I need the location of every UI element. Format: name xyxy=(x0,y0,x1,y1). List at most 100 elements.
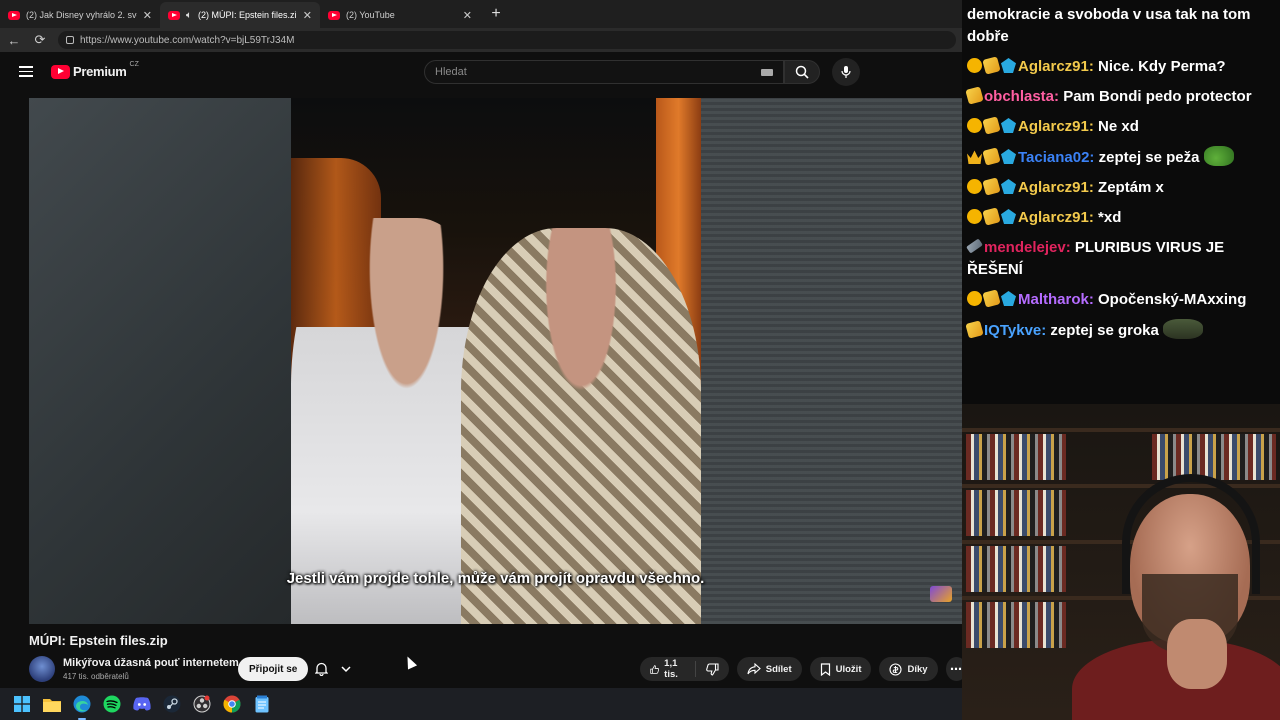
tab-youtube[interactable]: (2) YouTube ✕ xyxy=(320,2,480,28)
person-right xyxy=(461,228,701,624)
chat-username[interactable]: IQTykve: xyxy=(984,322,1046,339)
video-player[interactable]: Jestli vám projde tohle, může vám projít… xyxy=(29,98,962,624)
video-title: MÚPI: Epstein files.zip xyxy=(29,633,168,648)
message-text: demokracie a svoboda v usa tak na tom do… xyxy=(967,6,1251,45)
site-info-icon[interactable] xyxy=(66,36,74,44)
books xyxy=(966,602,1066,648)
close-icon[interactable]: ✕ xyxy=(303,9,312,22)
close-icon[interactable]: ✕ xyxy=(143,9,152,22)
crown-badge-icon[interactable] xyxy=(967,150,982,164)
chat-username[interactable]: Aglarcz91: xyxy=(1018,118,1094,135)
windows-start-icon[interactable] xyxy=(12,694,32,714)
save-button[interactable]: Uložit xyxy=(809,657,872,681)
chat-message: obchlasta: Pam Bondi pedo protector xyxy=(965,86,1276,108)
country-code: CZ xyxy=(129,61,139,68)
tab-title: (2) MÚPI: Epstein files.zip - YouTube xyxy=(198,10,297,20)
chat-username[interactable]: Aglarcz91: xyxy=(1018,179,1094,196)
youtube-logo-icon xyxy=(51,64,70,79)
chat-message-text: *xd xyxy=(1098,209,1122,226)
coin-badge-icon[interactable] xyxy=(967,58,982,73)
thanks-button[interactable]: Díky xyxy=(879,657,938,681)
chevron-down-icon xyxy=(341,666,351,673)
notification-settings-button[interactable] xyxy=(311,658,355,680)
frog-emote-icon xyxy=(1203,146,1234,166)
share-label: Sdílet xyxy=(765,663,792,675)
address-bar: ← ⟳ https://www.youtube.com/watch?v=bjL5… xyxy=(0,28,962,52)
discord-icon[interactable] xyxy=(132,694,152,714)
taskbar xyxy=(0,688,962,720)
channel-watermark-icon[interactable] xyxy=(930,586,952,602)
chat-username[interactable]: Taciana02: xyxy=(1018,149,1094,166)
reload-icon[interactable]: ⟳ xyxy=(32,32,48,48)
gem-badge-icon[interactable] xyxy=(1001,58,1016,73)
chat-message-text: Opočenský-MAxxing xyxy=(1098,291,1247,308)
chat-username[interactable]: Aglarcz91: xyxy=(1018,58,1094,75)
hand-badge-icon[interactable] xyxy=(982,56,1001,75)
more-icon: ⋯ xyxy=(950,662,963,676)
join-button[interactable]: Připojit se xyxy=(238,657,309,681)
search-button[interactable] xyxy=(784,60,820,84)
chrome-icon[interactable] xyxy=(222,694,242,714)
video-background-left xyxy=(29,98,291,624)
subscriber-count: 417 tis. odběratelů xyxy=(63,672,129,681)
coin-badge-icon[interactable] xyxy=(967,179,982,194)
chat-username[interactable]: mendelejev: xyxy=(984,239,1071,256)
channel-avatar[interactable] xyxy=(29,656,55,682)
url-text: https://www.youtube.com/watch?v=bjL59TrJ… xyxy=(80,34,295,46)
chat-username[interactable]: Aglarcz91: xyxy=(1018,209,1094,226)
gem-badge-icon[interactable] xyxy=(1001,118,1016,133)
share-button[interactable]: Sdílet xyxy=(736,657,802,681)
edge-browser-icon[interactable] xyxy=(72,694,92,720)
search-input[interactable]: Hledat xyxy=(424,60,784,84)
gem-badge-icon[interactable] xyxy=(1001,291,1016,306)
voice-search-button[interactable] xyxy=(832,58,860,86)
gem-badge-icon[interactable] xyxy=(1001,179,1016,194)
youtube-premium-logo[interactable]: Premium CZ xyxy=(51,61,139,79)
dislike-button[interactable] xyxy=(696,657,729,681)
like-button[interactable]: 1,1 tis. xyxy=(640,657,695,681)
tab-disney[interactable]: (2) Jak Disney vyhrálo 2. světovou ✕ xyxy=(0,2,160,28)
menu-icon[interactable] xyxy=(19,66,33,77)
hand-badge-icon[interactable] xyxy=(965,320,984,339)
chat-message-continued: demokracie a svoboda v usa tak na tom do… xyxy=(967,4,1276,48)
steam-icon[interactable] xyxy=(162,694,182,714)
obs-icon[interactable] xyxy=(192,694,212,714)
chat-username[interactable]: Maltharok: xyxy=(1018,291,1094,308)
chat-message: mendelejev: PLURIBUS VIRUS JE ŘEŠENÍ xyxy=(966,237,1276,281)
hand-badge-icon[interactable] xyxy=(982,147,1001,166)
new-tab-button[interactable]: + xyxy=(484,2,508,26)
chat-message: Aglarcz91: Zeptám x xyxy=(967,177,1276,199)
video-actions: 1,1 tis. Sdílet Uložit Díky ⋯ xyxy=(640,657,967,681)
streamer-webcam xyxy=(962,404,1280,720)
hand-badge-icon[interactable] xyxy=(982,289,1001,308)
super-thanks-icon xyxy=(889,662,903,676)
close-icon[interactable]: ✕ xyxy=(463,9,472,22)
keyboard-icon[interactable] xyxy=(761,69,773,76)
syringe-badge-icon[interactable] xyxy=(966,238,983,254)
chat-username[interactable]: obchlasta: xyxy=(984,88,1059,105)
chat-message-text: Ne xd xyxy=(1098,118,1139,135)
hand-badge-icon[interactable] xyxy=(982,207,1001,226)
channel-name[interactable]: Mikýřova úžasná pouť internetem xyxy=(63,657,239,669)
chat-message: IQTykve: zeptej se groka xyxy=(965,319,1276,342)
back-arrow-icon[interactable]: ← xyxy=(6,33,22,48)
hand-badge-icon[interactable] xyxy=(965,86,984,105)
hand-badge-icon[interactable] xyxy=(982,177,1001,196)
file-explorer-icon[interactable] xyxy=(42,694,62,714)
youtube-favicon-icon xyxy=(168,10,180,20)
search-placeholder: Hledat xyxy=(435,66,467,78)
coin-badge-icon[interactable] xyxy=(967,118,982,133)
coin-badge-icon[interactable] xyxy=(967,209,982,224)
chat-message-text: Nice. Kdy Perma? xyxy=(1098,58,1226,75)
coin-badge-icon[interactable] xyxy=(967,291,982,306)
url-field[interactable]: https://www.youtube.com/watch?v=bjL59TrJ… xyxy=(58,31,956,49)
hand-badge-icon[interactable] xyxy=(982,116,1001,135)
speaker-icon[interactable]: 🔈︎ xyxy=(186,10,192,21)
hand xyxy=(1167,619,1227,689)
save-label: Uložit xyxy=(835,663,862,675)
spotify-icon[interactable] xyxy=(102,694,122,714)
notepad-icon[interactable] xyxy=(252,694,272,714)
gem-badge-icon[interactable] xyxy=(1001,209,1016,224)
gem-badge-icon[interactable] xyxy=(1001,149,1016,164)
tab-epstein-files[interactable]: 🔈︎ (2) MÚPI: Epstein files.zip - YouTube… xyxy=(160,2,320,28)
